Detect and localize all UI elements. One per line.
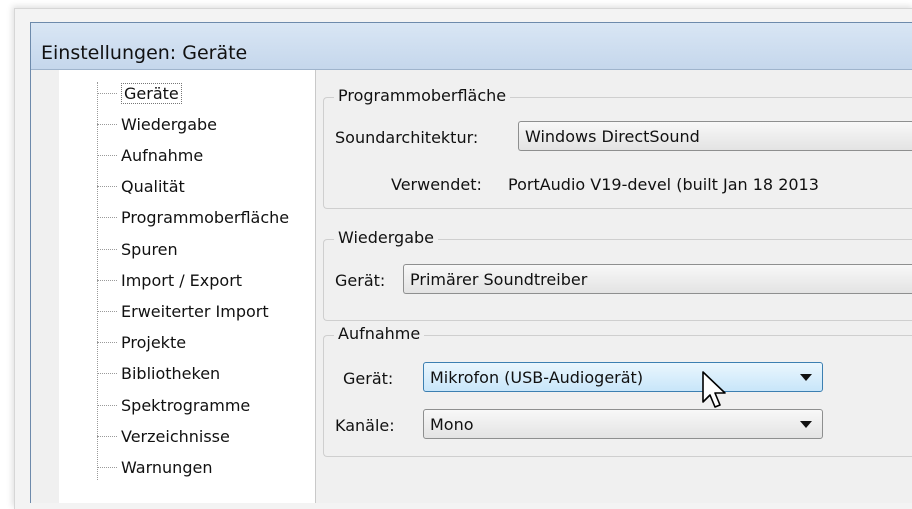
preferences-window: Einstellungen: Geräte Geräte Wiedergabe … <box>30 22 912 503</box>
tree-item-label: Erweiterter Import <box>121 301 269 321</box>
tree-item-erweiterter-import[interactable]: Erweiterter Import <box>97 300 269 322</box>
tree-item-wiedergabe[interactable]: Wiedergabe <box>97 113 217 135</box>
recording-device-label: Gerät: <box>343 369 394 388</box>
recording-device-select[interactable]: Mikrofon (USB-Audiogerät) <box>423 362 823 392</box>
tree-item-label: Bibliotheken <box>121 363 221 383</box>
tree-item-import-export[interactable]: Import / Export <box>97 269 242 291</box>
using-value: PortAudio V19-devel (built Jan 18 2013 <box>508 175 819 194</box>
playback-device-value: Primärer Soundtreiber <box>410 269 588 289</box>
tree-item-label: Projekte <box>121 332 187 352</box>
tree-item-label: Spuren <box>121 239 178 259</box>
interface-group-legend: Programmoberfläche <box>334 86 511 105</box>
tree-item-label: Wiedergabe <box>121 114 218 134</box>
tree-item-geraete[interactable]: Geräte <box>97 82 182 104</box>
tree-item-warnungen[interactable]: Warnungen <box>97 456 212 478</box>
tree-item-label: Warnungen <box>121 457 213 477</box>
using-label: Verwendet: <box>391 175 482 194</box>
tree-item-programmoberflaeche[interactable]: Programmoberfläche <box>97 206 289 228</box>
tree-item-verzeichnisse[interactable]: Verzeichnisse <box>97 425 230 447</box>
tree-item-label: Spektrogramme <box>121 395 251 415</box>
tree-item-label: Verzeichnisse <box>121 426 230 446</box>
channels-label: Kanäle: <box>335 416 395 435</box>
host-select-value: Windows DirectSound <box>525 126 700 146</box>
recording-device-value: Mikrofon (USB-Audiogerät) <box>430 367 644 387</box>
tree-item-label: Programmoberfläche <box>121 207 290 227</box>
chevron-down-icon[interactable] <box>800 421 812 428</box>
tree-item-label: Qualität <box>121 176 185 196</box>
playback-group-legend: Wiedergabe <box>334 228 439 247</box>
recording-group-legend: Aufnahme <box>334 324 425 343</box>
tree-item-label: Import / Export <box>121 270 243 290</box>
tree-item-label: Geräte <box>121 82 182 104</box>
chevron-down-icon[interactable] <box>800 374 812 381</box>
tree-item-aufnahme[interactable]: Aufnahme <box>97 144 203 166</box>
tree-item-qualitaet[interactable]: Qualität <box>97 175 185 197</box>
tree-item-projekte[interactable]: Projekte <box>97 331 186 353</box>
tree-item-label: Aufnahme <box>121 145 204 165</box>
category-tree[interactable]: Geräte Wiedergabe Aufnahme Qualität Prog… <box>59 70 316 503</box>
host-select[interactable]: Windows DirectSound <box>518 121 912 151</box>
title-bar[interactable]: Einstellungen: Geräte <box>31 23 912 70</box>
playback-device-label: Gerät: <box>335 271 386 290</box>
tree-item-bibliotheken[interactable]: Bibliotheken <box>97 362 220 384</box>
playback-device-select[interactable]: Primärer Soundtreiber <box>403 264 912 294</box>
tree-item-spuren[interactable]: Spuren <box>97 238 178 260</box>
channels-select[interactable]: Mono <box>423 409 823 439</box>
window-title: Einstellungen: Geräte <box>41 42 248 64</box>
mouse-pointer-icon <box>702 371 726 408</box>
host-label: Soundarchitektur: <box>335 128 479 147</box>
channels-value: Mono <box>430 414 474 434</box>
tree-item-spektrogramme[interactable]: Spektrogramme <box>97 394 250 416</box>
